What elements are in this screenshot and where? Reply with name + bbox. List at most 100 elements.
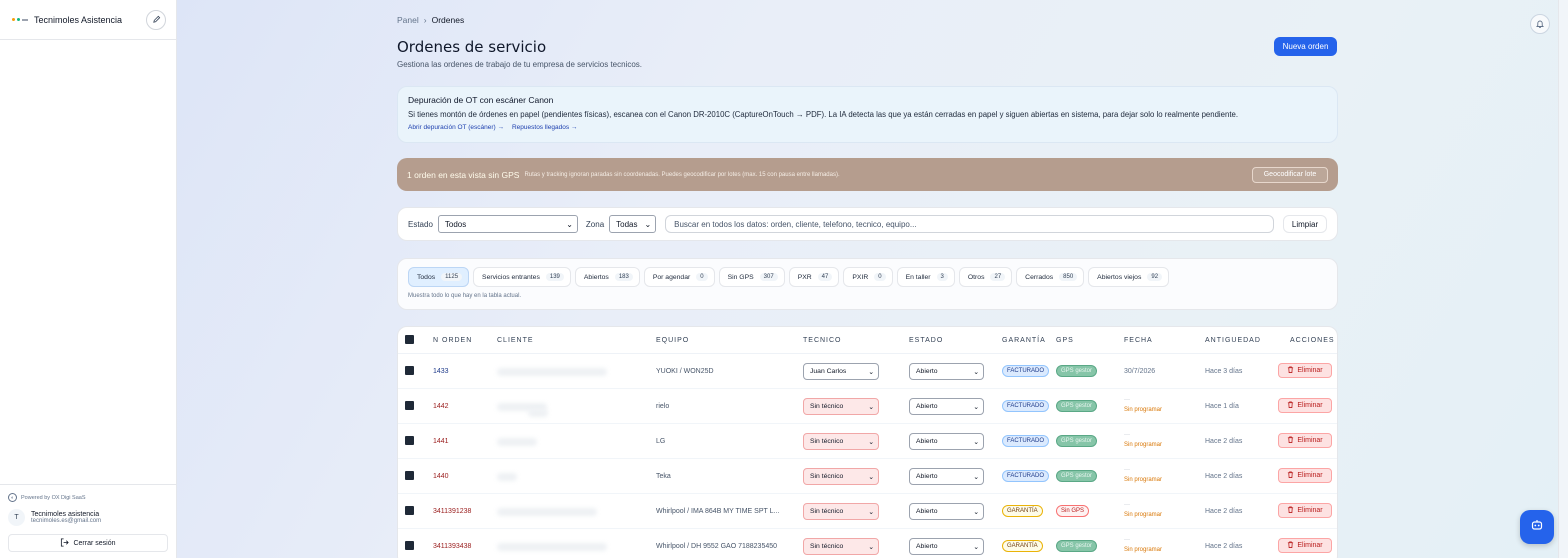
th-cliente[interactable]: CLIENTE — [497, 337, 534, 344]
logout-button[interactable]: Cerrar sesión — [8, 534, 168, 552]
equipment: Whirlpool / IMA 864B MY TIME SPT L... — [656, 508, 780, 515]
chevron-down-icon: ⌄ — [973, 438, 979, 446]
status-value: Abierto — [916, 508, 938, 515]
th-estado[interactable]: ESTADO — [909, 337, 943, 344]
table-row[interactable]: 3411393438 Whirlpool / DH 9552 GAO 71882… — [398, 529, 1337, 558]
scanner-link[interactable]: Abrir depuración OT (escáner) → — [408, 124, 504, 131]
technician-select[interactable]: Sin técnico ⌄ — [803, 468, 879, 485]
tab-sin-gps[interactable]: Sin GPS 307 — [718, 267, 785, 287]
th-garantia[interactable]: GARANTÍA — [1002, 337, 1046, 344]
tab-todos[interactable]: Todos 1125 — [408, 267, 470, 287]
tab-label: Por agendar — [652, 273, 691, 281]
spares-link[interactable]: Repuestos llegados → — [512, 124, 577, 131]
status-select[interactable]: Abierto ⌄ — [909, 468, 984, 485]
tab-count: 307 — [759, 273, 778, 281]
th-tecnico[interactable]: TECNICO — [803, 337, 842, 344]
tab-por-agendar[interactable]: Por agendar 0 — [643, 267, 715, 287]
tab-count: 27 — [990, 273, 1006, 281]
status-select[interactable]: Abierto ⌄ — [909, 363, 984, 380]
th-fecha[interactable]: FECHA — [1124, 337, 1153, 344]
select-all-checkbox[interactable] — [405, 335, 414, 344]
row-checkbox[interactable] — [405, 471, 414, 480]
th-equipo[interactable]: EQUIPO — [656, 337, 689, 344]
delete-button[interactable]: Eliminar — [1278, 538, 1332, 553]
order-number-link[interactable]: 3411391238 — [433, 508, 471, 515]
edit-icon[interactable] — [146, 9, 166, 30]
order-number-link[interactable]: 3411393438 — [433, 543, 471, 550]
clear-button[interactable]: Limpiar — [1283, 215, 1327, 233]
estado-select[interactable]: Todos ⌄ — [437, 215, 578, 233]
status-select[interactable]: Abierto ⌄ — [909, 503, 984, 520]
technician-select[interactable]: Sin técnico ⌄ — [803, 503, 879, 520]
search-input[interactable]: Buscar en todos los datos: orden, client… — [665, 215, 1274, 233]
tab-label: Abiertos viejos — [1097, 273, 1142, 281]
tab-abiertos[interactable]: Abiertos 183 — [574, 267, 640, 287]
unscheduled-label: Sin programar — [1124, 442, 1163, 448]
row-checkbox[interactable] — [405, 541, 414, 550]
tab-abiertos-viejos[interactable]: Abiertos viejos 92 — [1088, 267, 1170, 287]
table-row[interactable]: 1441 LG Sin técnico ⌄ Abierto ⌄ FACTURAD… — [398, 424, 1337, 459]
delete-button[interactable]: Eliminar — [1278, 468, 1332, 483]
delete-button[interactable]: Eliminar — [1278, 503, 1332, 518]
trash-icon — [1287, 436, 1294, 445]
order-number-link[interactable]: 1440 — [433, 473, 449, 480]
th-antiguedad[interactable]: ANTIGUEDAD — [1205, 337, 1261, 344]
geocode-batch-button[interactable]: Geocodificar lote — [1252, 166, 1328, 183]
assistant-bot-button[interactable] — [1520, 510, 1554, 544]
tab-en-taller[interactable]: En taller 3 — [896, 267, 955, 287]
tab-pxir[interactable]: PXIR 0 — [843, 267, 893, 287]
status-value: Abierto — [916, 473, 938, 480]
sidebar-header: Tecnimoles Asistencia — [0, 0, 176, 40]
order-number-link[interactable]: 1441 — [433, 438, 449, 445]
breadcrumb-current: Ordenes — [431, 15, 465, 25]
estado-label: Estado — [408, 219, 433, 229]
status-select[interactable]: Abierto ⌄ — [909, 398, 984, 415]
technician-select[interactable]: Sin técnico ⌄ — [803, 538, 879, 555]
gps-warning-banner: 1 orden en esta vista sin GPS Rutas y tr… — [397, 158, 1338, 191]
zona-select[interactable]: Todas ⌄ — [609, 215, 657, 233]
gps-badge: GPS gestor — [1056, 400, 1098, 412]
equipment: LG — [656, 438, 666, 445]
row-checkbox[interactable] — [405, 366, 414, 375]
technician-select[interactable]: Juan Carlos ⌄ — [803, 363, 879, 380]
bell-icon[interactable] — [1530, 14, 1550, 34]
th-acciones: ACCIONES — [1290, 337, 1335, 344]
date-empty: — — [1124, 432, 1130, 438]
delete-button[interactable]: Eliminar — [1278, 433, 1332, 448]
th-orden[interactable]: N ORDEN — [433, 337, 472, 344]
row-checkbox[interactable] — [405, 506, 414, 515]
table-row[interactable]: 3411391238 Whirlpool / IMA 864B MY TIME … — [398, 494, 1337, 529]
tabs-note: Muestra todo lo que hay en la tabla actu… — [408, 293, 522, 299]
tab-otros[interactable]: Otros 27 — [958, 267, 1013, 287]
table-row[interactable]: 1433 YUOKI / WON25D Juan Carlos ⌄ Abiert… — [398, 354, 1337, 389]
status-select[interactable]: Abierto ⌄ — [909, 538, 984, 555]
date-empty: — — [1124, 467, 1130, 473]
delete-button[interactable]: Eliminar — [1278, 398, 1332, 413]
age: Hace 2 días — [1205, 438, 1243, 445]
row-checkbox[interactable] — [405, 401, 414, 410]
page-subtitle: Gestiona las ordenes de trabajo de tu em… — [397, 60, 643, 69]
date-empty: — — [1124, 502, 1130, 508]
tab-pxr[interactable]: PXR 47 — [788, 267, 840, 287]
tab-servicios-entrantes[interactable]: Servicios entrantes 139 — [473, 267, 571, 287]
tab-cerrados[interactable]: Cerrados 850 — [1016, 267, 1085, 287]
estado-value: Todos — [444, 219, 467, 229]
tab-label: Cerrados — [1025, 273, 1054, 281]
table-row[interactable]: 1442 rielo Sin técnico ⌄ Abierto ⌄ FACTU… — [398, 389, 1337, 424]
delete-button[interactable]: Eliminar — [1278, 363, 1332, 378]
order-number-link[interactable]: 1442 — [433, 403, 449, 410]
chevron-down-icon: ⌄ — [973, 473, 979, 481]
status-tabs: Todos 1125 Servicios entrantes 139 Abiertos 1… — [408, 267, 1327, 287]
row-checkbox[interactable] — [405, 436, 414, 445]
status-select[interactable]: Abierto ⌄ — [909, 433, 984, 450]
technician-select[interactable]: Sin técnico ⌄ — [803, 433, 879, 450]
new-order-button[interactable]: Nueva orden — [1274, 37, 1337, 56]
technician-select[interactable]: Sin técnico ⌄ — [803, 398, 879, 415]
trash-icon — [1287, 506, 1294, 515]
scrollbar[interactable] — [1558, 0, 1568, 558]
th-gps[interactable]: GPS — [1056, 337, 1074, 344]
breadcrumb-root[interactable]: Panel — [397, 15, 419, 25]
order-number-link[interactable]: 1433 — [433, 368, 449, 375]
sidebar: Tecnimoles Asistencia ◐ Powered by OX Di… — [0, 0, 177, 558]
table-row[interactable]: 1440 Teka Sin técnico ⌄ Abierto ⌄ FACTUR… — [398, 459, 1337, 494]
